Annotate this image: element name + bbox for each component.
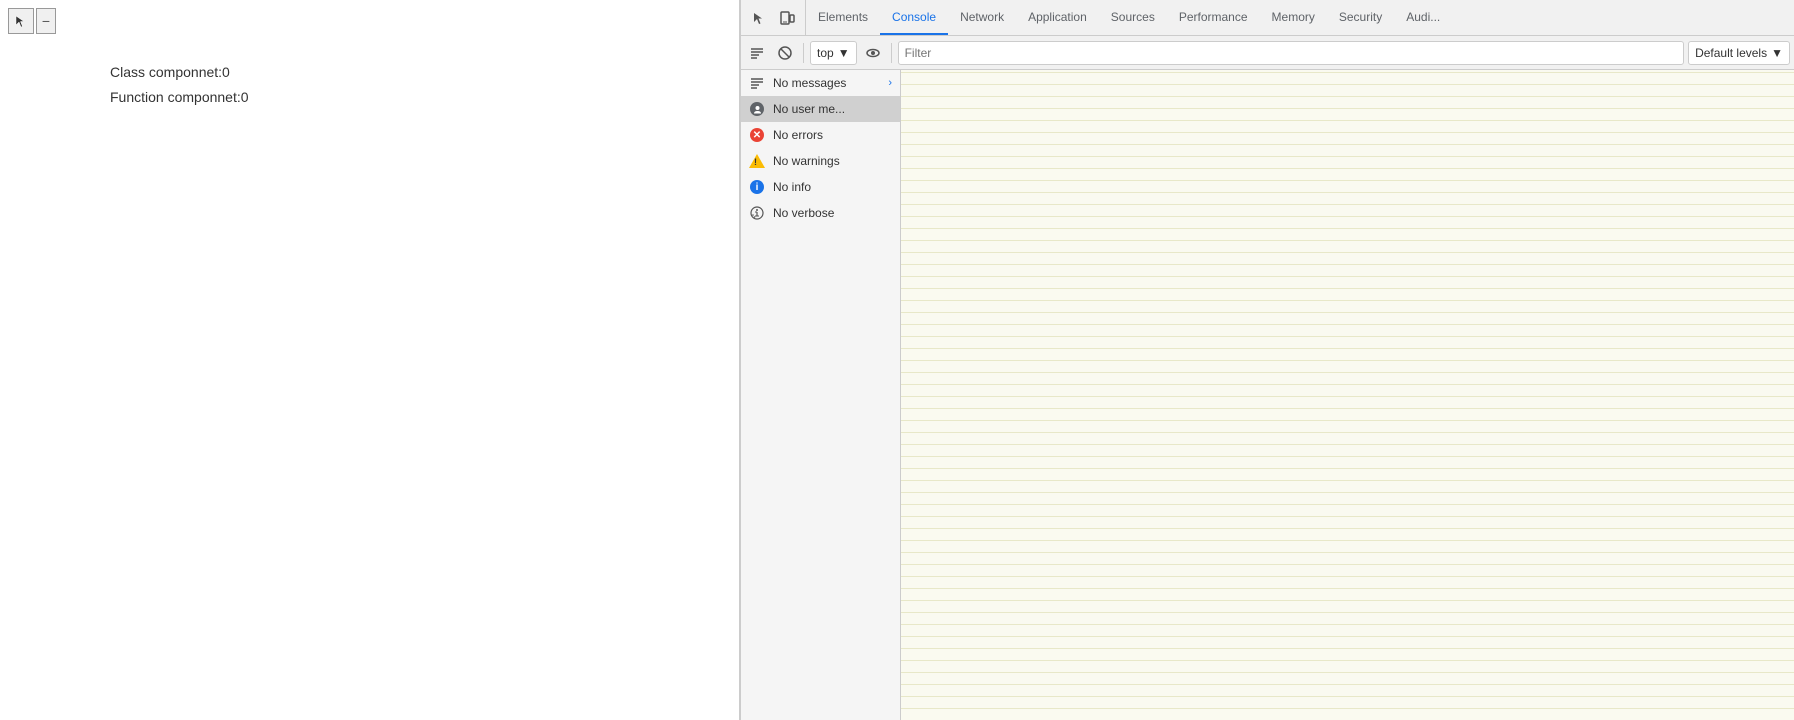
sidebar-item-messages[interactable]: No messages › bbox=[741, 70, 900, 96]
devtools-panel: Elements Console Network Application Sou… bbox=[740, 0, 1794, 720]
levels-value: Default levels bbox=[1695, 46, 1767, 60]
context-selector[interactable]: top ▼ bbox=[810, 41, 857, 65]
tab-network[interactable]: Network bbox=[948, 0, 1016, 35]
sidebar-messages-label: No messages bbox=[773, 76, 846, 90]
sidebar-item-errors[interactable]: ✕ No errors bbox=[741, 122, 900, 148]
tab-sources[interactable]: Sources bbox=[1099, 0, 1167, 35]
cursor-icon-area: − bbox=[8, 8, 56, 34]
sidebar-item-user-messages[interactable]: No user me... bbox=[741, 96, 900, 122]
tab-application[interactable]: Application bbox=[1016, 0, 1099, 35]
page-content: Class componnet:0 Function componnet:0 bbox=[0, 0, 739, 110]
console-toolbar: top ▼ Default levels ▼ bbox=[741, 36, 1794, 70]
page-area: − Class componnet:0 Function componnet:0 bbox=[0, 0, 740, 720]
sidebar-item-info[interactable]: i No info bbox=[741, 174, 900, 200]
sidebar-verbose-label: No verbose bbox=[773, 206, 834, 220]
sidebar-user-messages-label: No user me... bbox=[773, 102, 845, 116]
cursor-icon bbox=[14, 14, 28, 28]
inspect-element-button[interactable] bbox=[745, 4, 773, 32]
list-icon bbox=[749, 75, 765, 91]
tab-audits[interactable]: Audi... bbox=[1394, 0, 1452, 35]
filter-input[interactable] bbox=[898, 41, 1684, 65]
block-url-button[interactable] bbox=[773, 41, 797, 65]
context-dropdown-arrow: ▼ bbox=[838, 46, 850, 60]
inspect-icon bbox=[751, 10, 767, 26]
devtools-tabs-bar: Elements Console Network Application Sou… bbox=[741, 0, 1794, 36]
clear-icon bbox=[749, 45, 765, 61]
tab-memory[interactable]: Memory bbox=[1260, 0, 1327, 35]
toolbar-separator bbox=[803, 43, 804, 63]
console-main-area[interactable] bbox=[901, 70, 1794, 720]
context-value: top bbox=[817, 46, 834, 60]
toolbar-separator-2 bbox=[891, 43, 892, 63]
error-icon: ✕ bbox=[749, 127, 765, 143]
sidebar-warnings-label: No warnings bbox=[773, 154, 840, 168]
clear-console-button[interactable] bbox=[745, 41, 769, 65]
console-body: No messages › No user me... bbox=[741, 70, 1794, 720]
verbose-icon bbox=[749, 205, 765, 221]
tab-performance[interactable]: Performance bbox=[1167, 0, 1260, 35]
minus-icon: − bbox=[42, 13, 50, 29]
sidebar-errors-label: No errors bbox=[773, 128, 823, 142]
device-toolbar-button[interactable] bbox=[773, 4, 801, 32]
tab-security[interactable]: Security bbox=[1327, 0, 1394, 35]
tab-console[interactable]: Console bbox=[880, 0, 948, 35]
console-sidebar: No messages › No user me... bbox=[741, 70, 901, 720]
tab-elements[interactable]: Elements bbox=[806, 0, 880, 35]
minus-button[interactable]: − bbox=[36, 8, 56, 34]
devtools-tabs-left bbox=[741, 0, 806, 35]
block-icon bbox=[777, 45, 793, 61]
sidebar-item-verbose[interactable]: No verbose bbox=[741, 200, 900, 226]
class-component-label: Class componnet:0 bbox=[110, 60, 739, 85]
device-icon bbox=[779, 10, 795, 26]
levels-dropdown-arrow: ▼ bbox=[1771, 46, 1783, 60]
eye-button[interactable] bbox=[861, 41, 885, 65]
levels-selector[interactable]: Default levels ▼ bbox=[1688, 41, 1790, 65]
function-component-label: Function componnet:0 bbox=[110, 85, 739, 110]
sidebar-chevron-icon: › bbox=[888, 77, 892, 89]
devtools-tabs-right: Elements Console Network Application Sou… bbox=[806, 0, 1452, 35]
user-icon bbox=[749, 101, 765, 117]
info-icon: i bbox=[749, 179, 765, 195]
warning-icon bbox=[749, 153, 765, 169]
eye-icon bbox=[865, 45, 881, 61]
cursor-button[interactable] bbox=[8, 8, 34, 34]
sidebar-info-label: No info bbox=[773, 180, 811, 194]
sidebar-item-warnings[interactable]: No warnings bbox=[741, 148, 900, 174]
